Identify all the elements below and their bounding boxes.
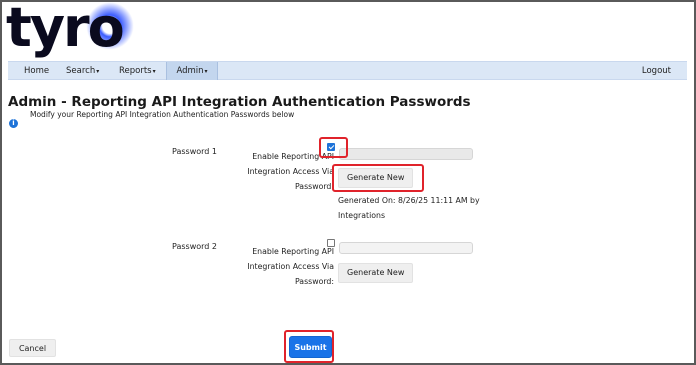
password-2-enable-label: Enable Reporting API Integration Access … — [247, 247, 334, 286]
nav-reports-label: Reports — [119, 66, 152, 76]
password-2-enable-checkbox[interactable] — [327, 239, 335, 247]
nav-search-menu[interactable]: Search▾ — [60, 62, 105, 80]
tyro-logo: tyro — [6, 0, 146, 60]
nav-home-label: Home — [24, 66, 50, 76]
password-1-field[interactable] — [339, 148, 473, 160]
password-2-field[interactable] — [339, 242, 473, 254]
nav-home[interactable]: Home — [18, 62, 55, 80]
page-title: Admin - Reporting API Integration Authen… — [8, 94, 471, 110]
logo-text: tyro — [6, 0, 125, 59]
info-icon: i — [9, 119, 18, 128]
nav-admin-label: Admin — [176, 66, 204, 76]
password-1-generated-info: Generated On: 8/26/25 11:11 AM by Integr… — [338, 196, 480, 220]
password-1-enable-label: Enable Reporting API Integration Access … — [247, 152, 334, 191]
submit-button[interactable]: Submit — [289, 336, 332, 358]
password-1-generate-button[interactable]: Generate New — [338, 168, 414, 188]
cancel-button[interactable]: Cancel — [9, 339, 56, 357]
nav-logout[interactable]: Logout — [636, 62, 677, 80]
page-subtitle: Modify your Reporting API Integration Au… — [30, 110, 295, 119]
top-navigation: Home Search▾ Reports▾ Admin▾ Logout — [8, 61, 687, 80]
chevron-down-icon: ▾ — [96, 68, 100, 75]
password-1-label: Password 1 — [172, 147, 217, 156]
nav-reports-menu[interactable]: Reports▾ — [113, 62, 162, 80]
nav-admin-menu[interactable]: Admin▾ — [166, 62, 218, 80]
nav-logout-label: Logout — [641, 66, 671, 76]
chevron-down-icon: ▾ — [152, 68, 156, 75]
password-2-label: Password 2 — [172, 242, 217, 251]
password-2-generate-button[interactable]: Generate New — [338, 263, 414, 283]
chevron-down-icon: ▾ — [204, 68, 208, 75]
nav-search-label: Search — [66, 66, 96, 76]
password-1-enable-checkbox[interactable] — [327, 143, 335, 151]
